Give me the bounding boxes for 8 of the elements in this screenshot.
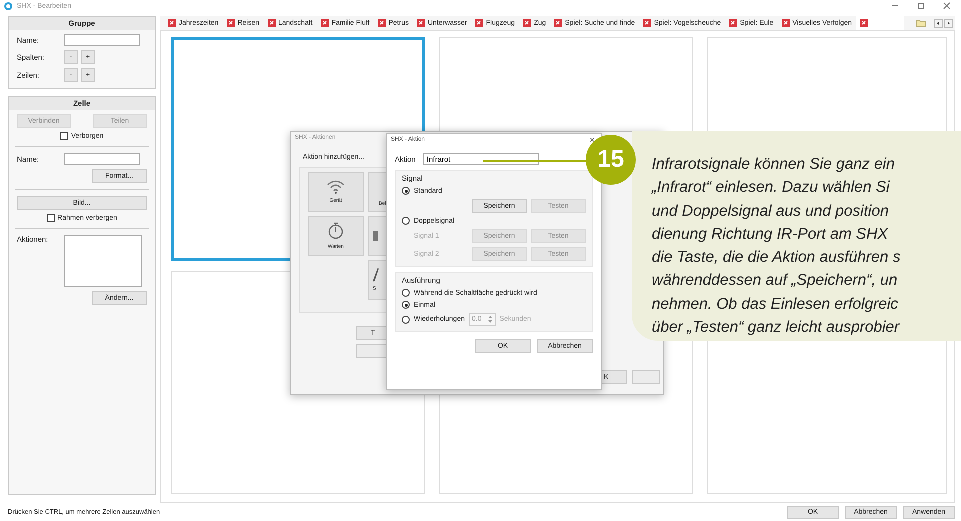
callout-text: und Doppelsignal aus und position xyxy=(652,202,890,222)
callout-text: dienung Richtung IR-Port am SHX xyxy=(652,224,890,245)
callout-text: währenddessen auf „Speichern“, un xyxy=(652,271,899,292)
callout-text: nehmen. Ob das Einlesen erfolgreic xyxy=(652,294,900,315)
callout-text: „Infrarot“ einlesen. Dazu wählen Si xyxy=(652,178,891,198)
callout-text: über „Testen“ ganz leicht ausprobier xyxy=(652,318,901,338)
callout-text: Infrarotsignale können Sie ganz ein xyxy=(652,155,896,175)
callout-text: die Taste, die die Aktion ausführen s xyxy=(652,248,902,268)
